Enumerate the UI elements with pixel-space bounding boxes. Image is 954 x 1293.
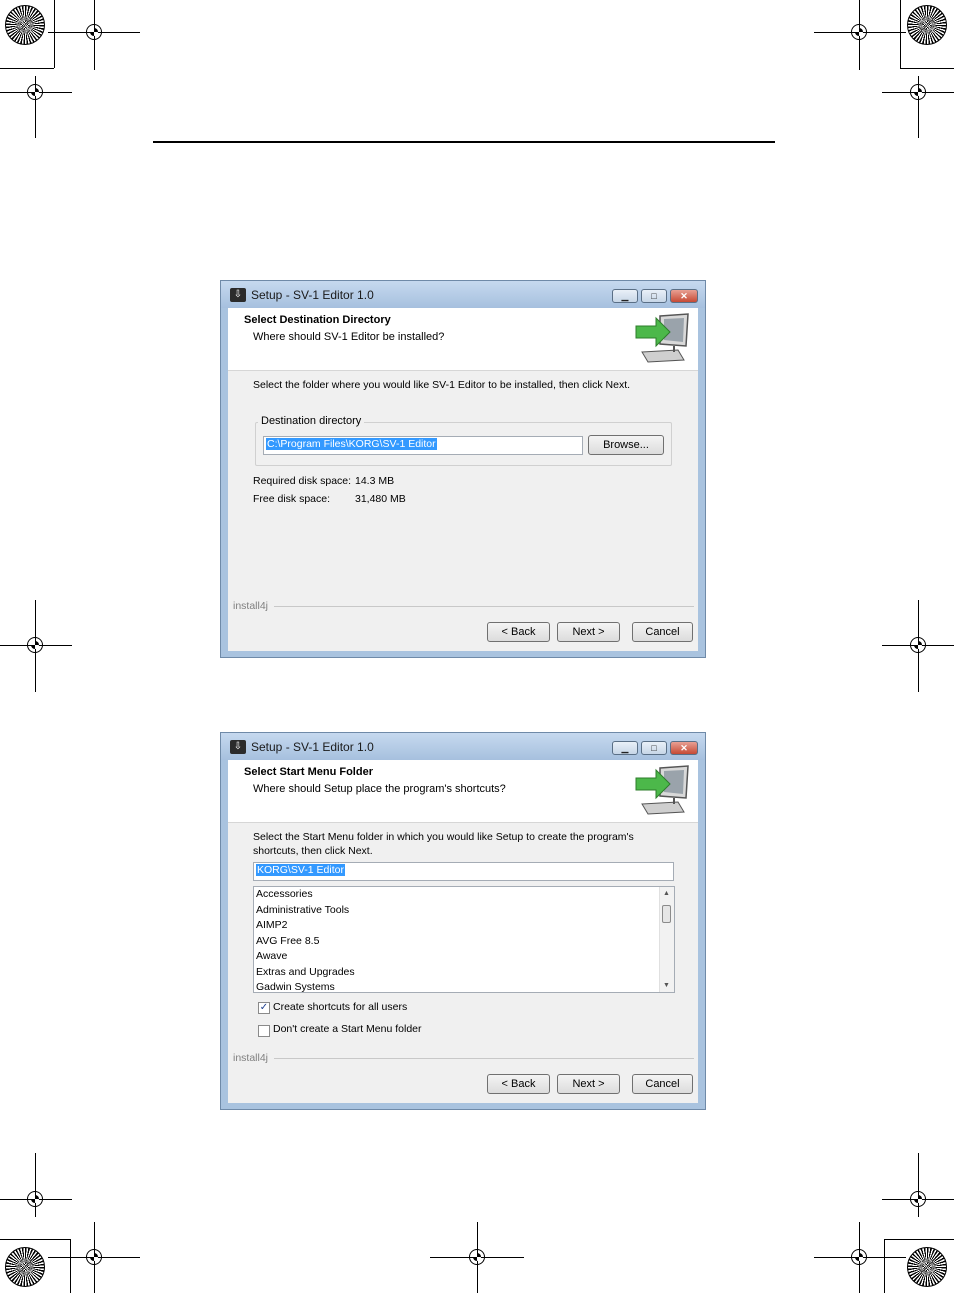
maximize-button[interactable]: □ xyxy=(641,741,667,755)
crop-line xyxy=(900,68,954,69)
maximize-button[interactable]: □ xyxy=(641,289,667,303)
list-item[interactable]: AIMP2 xyxy=(254,918,674,934)
dialog-header: Select Destination Directory Where shoul… xyxy=(228,308,698,371)
folder-selected-text: KORG\SV-1 Editor xyxy=(256,864,345,876)
starburst-icon xyxy=(907,1247,947,1287)
close-button[interactable]: ✕ xyxy=(670,741,698,755)
starburst-icon xyxy=(5,1247,45,1287)
registration-target-icon xyxy=(910,1191,926,1207)
instruction-text-line1: Select the Start Menu folder in which yo… xyxy=(253,831,634,843)
monitor-with-arrow-icon xyxy=(635,765,689,815)
footer-separator xyxy=(274,1058,694,1059)
back-button[interactable]: < Back xyxy=(487,1074,550,1094)
window-title: Setup - SV-1 Editor 1.0 xyxy=(251,288,374,302)
title-bar[interactable]: ⇩ Setup - SV-1 Editor 1.0 ▁ □ ✕ xyxy=(221,733,705,760)
list-scrollbar[interactable]: ▲ ▼ xyxy=(659,887,674,992)
header-title: Select Start Menu Folder xyxy=(244,766,373,778)
crop-line xyxy=(0,1239,70,1240)
cancel-button[interactable]: Cancel xyxy=(632,622,693,642)
crop-line xyxy=(54,0,55,68)
cancel-button[interactable]: Cancel xyxy=(632,1074,693,1094)
list-item[interactable]: Extras and Upgrades xyxy=(254,965,674,981)
title-bar[interactable]: ⇩ Setup - SV-1 Editor 1.0 ▁ □ ✕ xyxy=(221,281,705,308)
window-title: Setup - SV-1 Editor 1.0 xyxy=(251,740,374,754)
crop-line xyxy=(0,68,54,69)
crop-line xyxy=(884,1239,954,1240)
install4j-brand: install4j xyxy=(233,600,269,612)
crop-line xyxy=(918,1153,919,1217)
header-subtitle: Where should Setup place the program's s… xyxy=(253,783,506,795)
back-button[interactable]: < Back xyxy=(487,622,550,642)
start-menu-folder-field[interactable]: KORG\SV-1 Editor xyxy=(253,862,674,881)
no-folder-checkbox[interactable] xyxy=(258,1025,270,1037)
list-item[interactable]: Administrative Tools xyxy=(254,903,674,919)
free-space-value: 31,480 MB xyxy=(355,493,406,505)
list-item[interactable]: Awave xyxy=(254,949,674,965)
folder-list[interactable]: Accessories Administrative Tools AIMP2 A… xyxy=(253,886,675,993)
installer-app-icon: ⇩ xyxy=(230,288,246,302)
destination-path-field[interactable]: C:\Program Files\KORG\SV-1 Editor xyxy=(263,436,583,455)
registration-target-icon xyxy=(27,84,43,100)
monitor-with-arrow-icon xyxy=(635,313,689,363)
no-folder-label: Don't create a Start Menu folder xyxy=(273,1023,422,1035)
crop-line xyxy=(35,1153,36,1217)
dialog-client: Select Destination Directory Where shoul… xyxy=(228,308,698,651)
starburst-icon xyxy=(5,5,45,45)
install4j-brand: install4j xyxy=(233,1052,269,1064)
registration-target-icon xyxy=(86,1249,102,1265)
registration-target-icon xyxy=(86,24,102,40)
next-button[interactable]: Next > xyxy=(557,1074,620,1094)
next-button[interactable]: Next > xyxy=(557,622,620,642)
registration-target-icon xyxy=(910,84,926,100)
crop-line xyxy=(900,0,901,68)
header-title: Select Destination Directory xyxy=(244,314,391,326)
list-item[interactable]: Accessories xyxy=(254,887,674,903)
browse-button[interactable]: Browse... xyxy=(588,435,664,455)
registration-target-icon xyxy=(27,637,43,653)
dialog-header: Select Start Menu Folder Where should Se… xyxy=(228,760,698,823)
dialog-client: Select Start Menu Folder Where should Se… xyxy=(228,760,698,1103)
starburst-icon xyxy=(907,5,947,45)
list-item[interactable]: Gadwin Systems xyxy=(254,980,674,992)
registration-target-icon xyxy=(27,1191,43,1207)
minimize-button[interactable]: ▁ xyxy=(612,289,638,303)
registration-target-icon xyxy=(851,24,867,40)
registration-target-icon xyxy=(910,637,926,653)
footer-separator xyxy=(274,606,694,607)
instruction-text-line2: shortcuts, then click Next. xyxy=(253,845,373,857)
free-space-label: Free disk space: xyxy=(253,493,331,505)
crop-line xyxy=(884,1239,885,1293)
close-button[interactable]: ✕ xyxy=(670,289,698,303)
scroll-down-icon[interactable]: ▼ xyxy=(663,982,670,989)
list-item[interactable]: AVG Free 8.5 xyxy=(254,934,674,950)
scroll-up-icon[interactable]: ▲ xyxy=(663,890,670,897)
required-space-value: 14.3 MB xyxy=(355,475,395,487)
minimize-button[interactable]: ▁ xyxy=(612,741,638,755)
header-rule xyxy=(153,141,775,143)
installer-app-icon: ⇩ xyxy=(230,740,246,754)
group-label: Destination directory xyxy=(258,415,365,427)
required-space-label: Required disk space: xyxy=(253,475,352,487)
all-users-checkbox[interactable]: ✓ xyxy=(258,1002,270,1014)
path-selected-text: C:\Program Files\KORG\SV-1 Editor xyxy=(266,438,437,450)
registration-target-icon xyxy=(469,1249,485,1265)
setup-window-destination: ⇩ Setup - SV-1 Editor 1.0 ▁ □ ✕ Select D… xyxy=(220,280,706,658)
scroll-thumb[interactable] xyxy=(662,905,671,923)
header-subtitle: Where should SV-1 Editor be installed? xyxy=(253,331,445,343)
all-users-label: Create shortcuts for all users xyxy=(273,1001,408,1013)
crop-line xyxy=(70,1239,71,1293)
instruction-text: Select the folder where you would like S… xyxy=(253,379,631,391)
registration-target-icon xyxy=(851,1249,867,1265)
setup-window-start-menu: ⇩ Setup - SV-1 Editor 1.0 ▁ □ ✕ Select S… xyxy=(220,732,706,1110)
